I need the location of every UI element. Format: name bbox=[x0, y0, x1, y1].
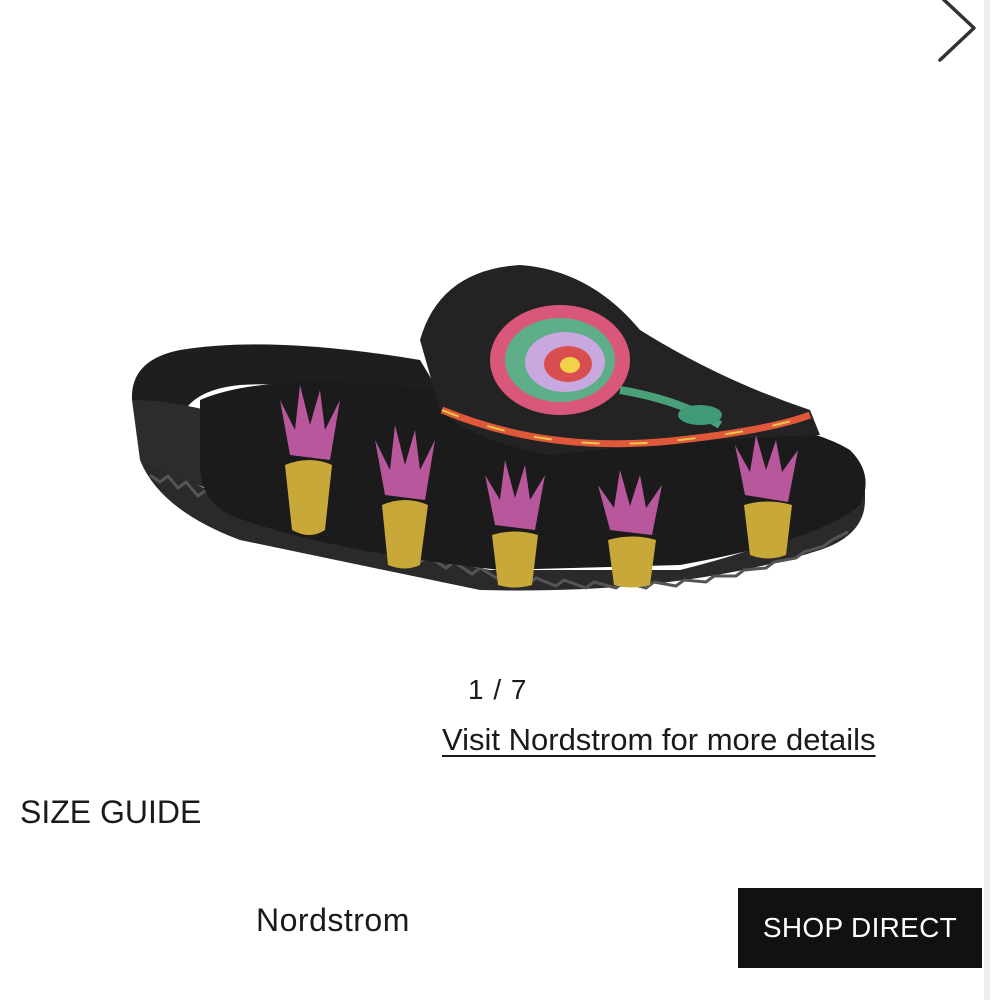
retailer-name: Nordstrom bbox=[256, 902, 410, 938]
visit-retailer-link[interactable]: Visit Nordstrom for more details bbox=[442, 722, 876, 758]
shop-direct-button[interactable]: SHOP DIRECT bbox=[738, 888, 982, 968]
image-counter: 1 / 7 bbox=[468, 674, 528, 705]
product-detail-page: 1 / 7 Visit Nordstrom for more details S… bbox=[0, 0, 1000, 1000]
chevron-right-icon[interactable] bbox=[930, 0, 980, 64]
product-image[interactable] bbox=[120, 250, 880, 620]
scroll-edge bbox=[984, 0, 990, 1000]
size-guide-link[interactable]: SIZE GUIDE bbox=[20, 794, 201, 831]
shop-direct-label: SHOP DIRECT bbox=[762, 912, 958, 943]
